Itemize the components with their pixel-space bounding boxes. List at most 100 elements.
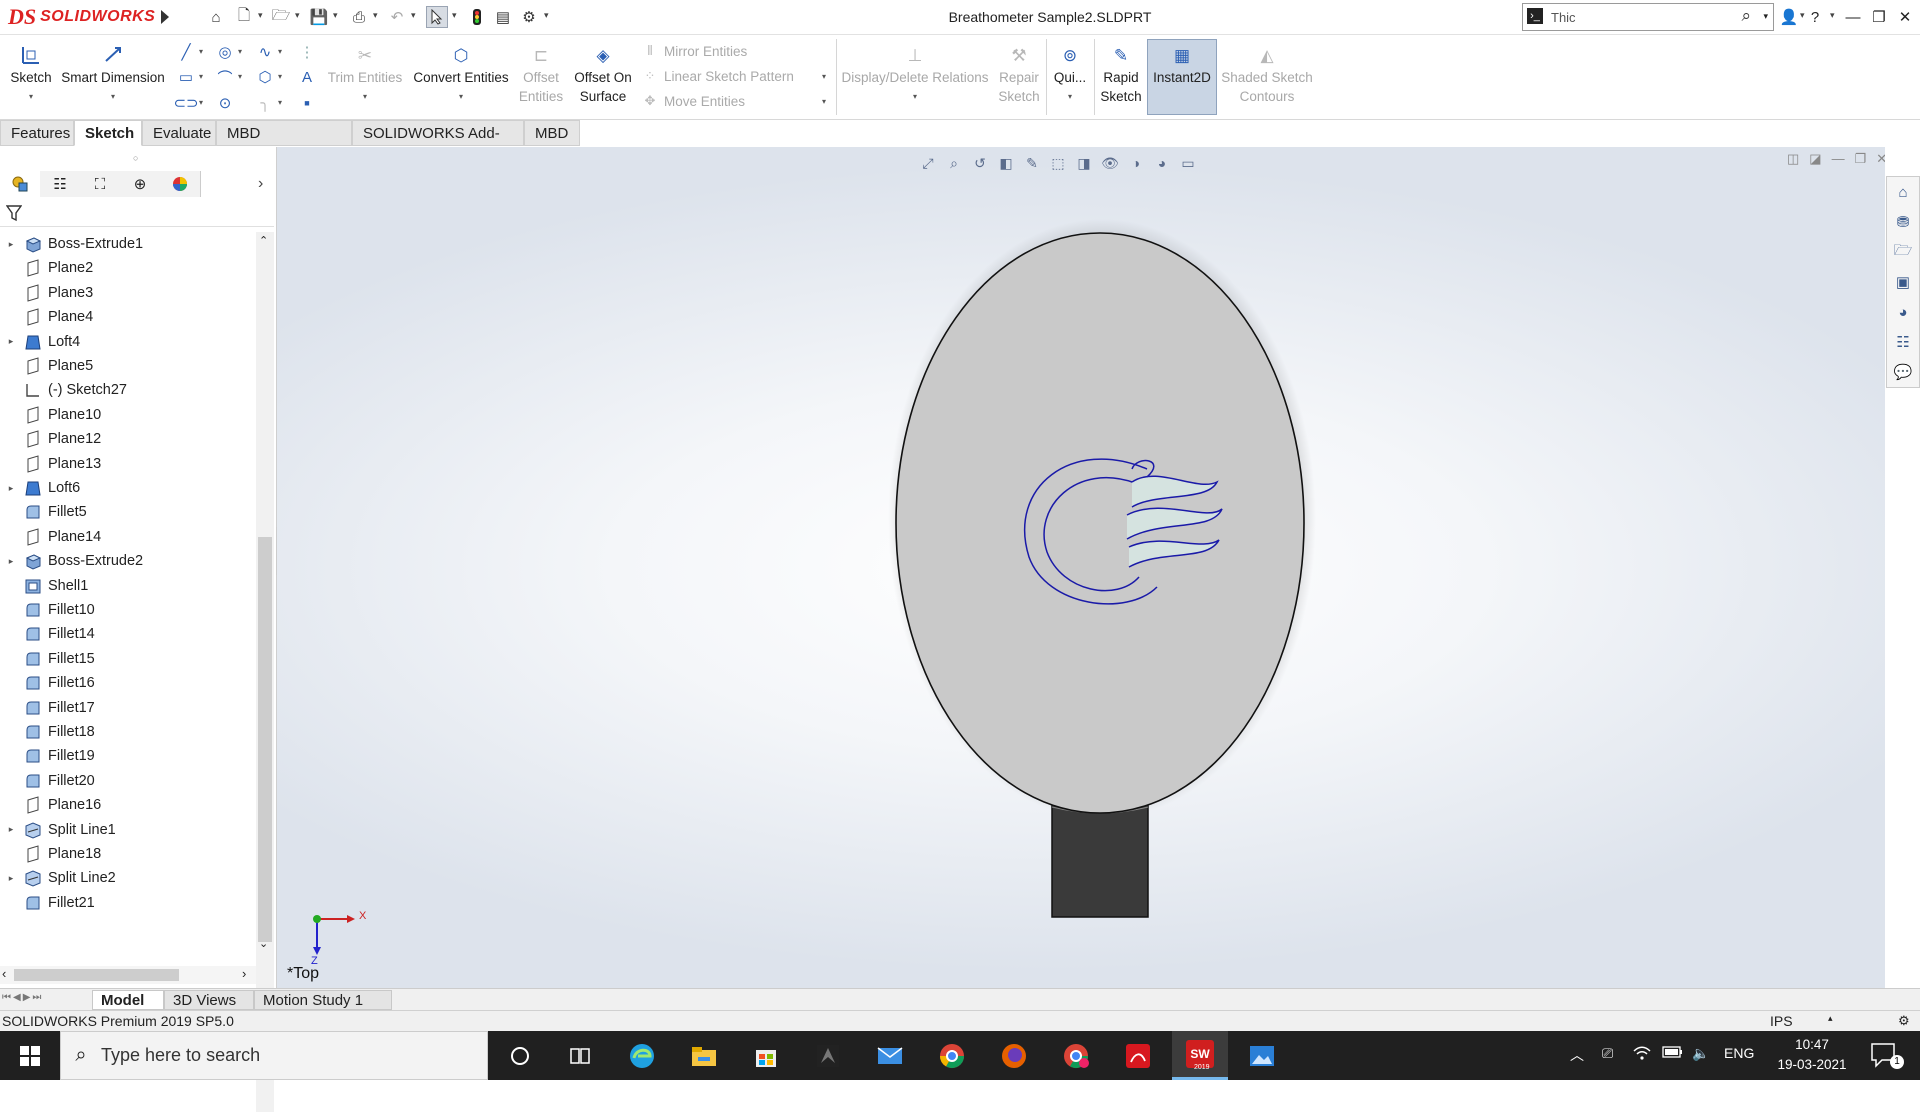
model-render[interactable] (277, 147, 1885, 988)
tree-item[interactable]: Plane14 (0, 525, 256, 549)
tree-item[interactable]: (-) Sketch27 (0, 378, 256, 402)
circle-icon[interactable]: ◎ (214, 41, 236, 63)
appearances-icon[interactable]: ◕ (1887, 297, 1919, 327)
display-delete-relations-button[interactable]: ⊥ Display/Delete Relations ▾ (840, 43, 990, 106)
home-icon[interactable]: ⌂ (205, 6, 227, 28)
property-manager-tab-icon[interactable]: ☷ (40, 171, 81, 197)
point-icon[interactable]: ■ (296, 92, 318, 114)
arc-dropdown-icon[interactable]: ▾ (238, 72, 242, 81)
circle-dropdown-icon[interactable]: ▾ (238, 47, 242, 56)
convert-entities-button[interactable]: ⬡ Convert Entities ▾ (408, 43, 514, 106)
polygon-dropdown-icon[interactable]: ▾ (278, 72, 282, 81)
notifications-icon[interactable]: 1 (1868, 1041, 1908, 1071)
mirror-entities-button[interactable]: ⫴ Mirror Entities (642, 43, 747, 59)
tree-item[interactable]: ▸ Loft6 (0, 476, 256, 500)
solidworks-resources-icon[interactable]: ⌂ (1887, 177, 1919, 207)
tree-item[interactable]: Plane10 (0, 403, 256, 427)
file-properties-icon[interactable]: ▤ (492, 6, 514, 28)
tree-item[interactable]: Plane16 (0, 793, 256, 817)
scroll-thumb[interactable] (258, 537, 272, 942)
view-palette-icon[interactable]: ▣ (1887, 267, 1919, 297)
user-icon[interactable]: 👤 (1778, 6, 1800, 28)
chrome-profile-icon[interactable] (1048, 1031, 1104, 1080)
breathometer-stem[interactable] (1051, 804, 1149, 918)
tab-evaluate[interactable]: Evaluate (142, 120, 216, 146)
search-icon[interactable]: ⌕ (1741, 6, 1751, 26)
filter-funnel-icon[interactable] (5, 204, 23, 227)
search-commands-box[interactable]: ›_ ⌕ ▾ (1522, 3, 1774, 31)
configuration-manager-tab-icon[interactable]: ⛶ (80, 171, 121, 197)
panel-grip-icon[interactable]: ○ (133, 153, 138, 163)
open-folder-icon[interactable]: 🗁 (270, 6, 292, 28)
panel-more-chevron-icon[interactable]: › (258, 175, 263, 193)
smart-dimension-dropdown-icon[interactable]: ▾ (111, 87, 115, 106)
expand-arrow-icon[interactable]: ▸ (5, 873, 17, 884)
shaded-sketch-contours-button[interactable]: ◭ Shaded Sketch Contours (1220, 43, 1314, 106)
pattern-dropdown-icon[interactable]: ▾ (822, 72, 826, 81)
tree-item[interactable]: Plane2 (0, 256, 256, 280)
microsoft-store-icon[interactable] (738, 1031, 794, 1080)
rapid-sketch-button[interactable]: ✎ Rapid Sketch (1098, 43, 1144, 106)
quick-snaps-button[interactable]: ⊚ Qui... ▾ (1050, 43, 1090, 106)
close-icon[interactable]: ✕ (1894, 6, 1916, 28)
last-tab-icon[interactable]: ⏭ (32, 992, 41, 1003)
adobe-acrobat-icon[interactable] (1110, 1031, 1166, 1080)
tree-vertical-scrollbar[interactable]: ⌃ ⌄ (256, 232, 274, 1112)
feature-manager-tab-icon[interactable] (0, 171, 41, 197)
slot-dropdown-icon[interactable]: ▾ (199, 98, 203, 107)
tree-item[interactable]: Plane3 (0, 281, 256, 305)
minimize-icon[interactable]: — (1842, 6, 1864, 28)
help-icon[interactable]: ? (1804, 6, 1826, 28)
input-language[interactable]: ENG (1724, 1045, 1754, 1061)
units-selector[interactable]: IPS (1770, 1013, 1793, 1029)
tab-mbd[interactable]: MBD (524, 120, 580, 146)
print-icon[interactable]: ⎙ (348, 6, 370, 28)
tree-item[interactable]: Plane18 (0, 842, 256, 866)
tree-item[interactable]: Fillet17 (0, 696, 256, 720)
polygon-icon[interactable]: ⬡ (254, 66, 276, 88)
dimxpert-tab-icon[interactable]: ⊕ (120, 171, 161, 197)
convert-dropdown-icon[interactable]: ▾ (459, 87, 463, 106)
design-library-icon[interactable]: ⛃ (1887, 207, 1919, 237)
photos-icon[interactable] (1234, 1031, 1290, 1080)
line-icon[interactable]: ╱ (175, 41, 197, 63)
mail-icon[interactable] (862, 1031, 918, 1080)
expand-arrow-icon[interactable]: ▸ (5, 483, 17, 494)
firefox-icon[interactable] (986, 1031, 1042, 1080)
scroll-left-icon[interactable]: ‹ (2, 966, 6, 981)
trim-dropdown-icon[interactable]: ▾ (363, 87, 367, 106)
offset-on-surface-button[interactable]: ◈ Offset On Surface (568, 43, 638, 106)
breathometer-body[interactable] (895, 232, 1305, 814)
scroll-down-icon[interactable]: ⌄ (259, 937, 268, 950)
tree-item[interactable]: Fillet19 (0, 744, 256, 768)
spline-dropdown-icon[interactable]: ▾ (278, 47, 282, 56)
next-tab-icon[interactable]: ▶ (23, 992, 31, 1003)
taskbar-clock[interactable]: 10:47 19-03-2021 (1762, 1035, 1862, 1075)
repair-sketch-button[interactable]: ⚒ Repair Sketch (994, 43, 1044, 106)
tree-item[interactable]: Fillet14 (0, 622, 256, 646)
tab-features[interactable]: Features (0, 120, 74, 146)
centerpoint-icon[interactable]: ⊙ (214, 92, 236, 114)
tree-item[interactable]: Plane12 (0, 427, 256, 451)
slot-icon[interactable]: ⊂⊃ (173, 92, 198, 114)
tree-item[interactable]: Fillet10 (0, 598, 256, 622)
graphics-area[interactable]: ⤢ ⌕ ↺ ◧ ✎ ⬚ ◨ 👁 ◑ ◕ ▭ ◫ ◪ — ❐ ✕ X Z *Top (277, 147, 1885, 988)
select-cursor-icon[interactable] (426, 6, 448, 28)
wifi-icon[interactable] (1632, 1045, 1652, 1064)
tree-item[interactable]: Plane13 (0, 452, 256, 476)
undo-dropdown-icon[interactable]: ▾ (411, 10, 419, 21)
save-dropdown-icon[interactable]: ▾ (333, 10, 341, 21)
text-icon[interactable]: A (296, 66, 318, 88)
tab-solidworks-add-ins[interactable]: SOLIDWORKS Add-Ins (352, 120, 524, 168)
display-manager-tab-icon[interactable] (160, 171, 201, 197)
meet-now-icon[interactable]: ⎚ (1602, 1045, 1613, 1062)
tab-sketch[interactable]: Sketch (74, 120, 142, 146)
tree-item[interactable]: Fillet20 (0, 769, 256, 793)
relations-dropdown-icon[interactable]: ▾ (913, 87, 917, 106)
tree-item[interactable]: ▸ Boss-Extrude2 (0, 549, 256, 573)
rectangle-icon[interactable]: ▭ (175, 66, 197, 88)
options-dropdown-icon[interactable]: ▾ (544, 10, 552, 21)
predator-app-icon[interactable] (800, 1031, 856, 1080)
tree-horizontal-scrollbar[interactable]: ‹ › (0, 966, 256, 984)
search-dropdown-icon[interactable]: ▾ (1763, 11, 1768, 22)
